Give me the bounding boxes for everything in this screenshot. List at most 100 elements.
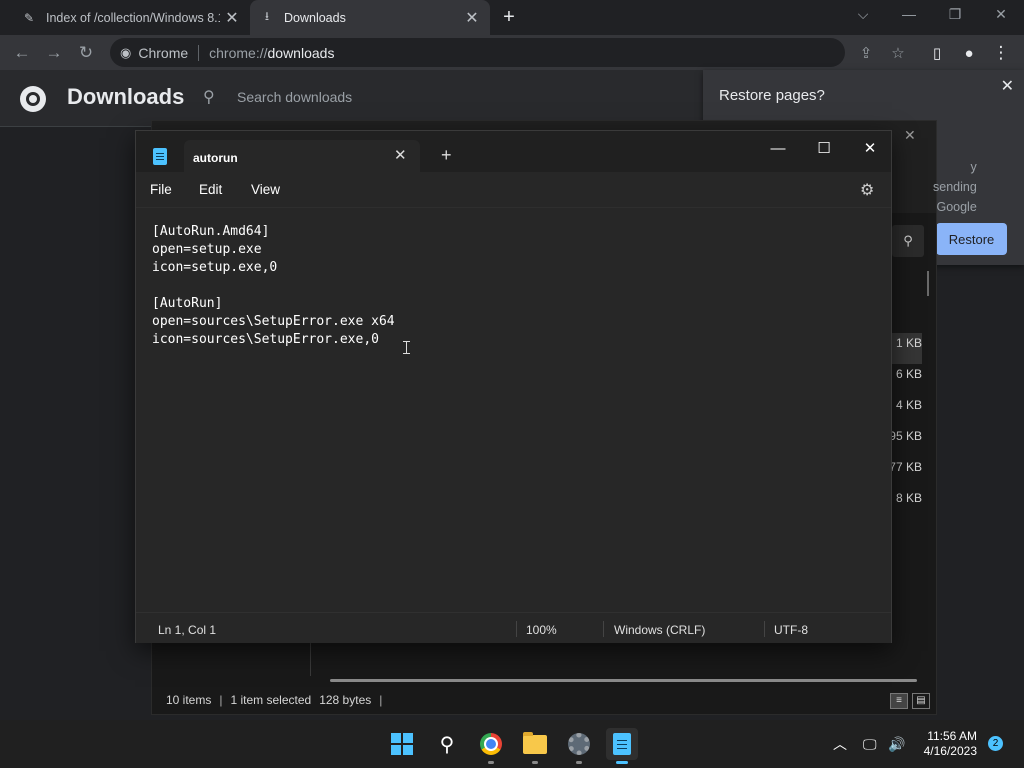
- close-tab-icon[interactable]: ✕: [394, 146, 407, 164]
- omnibox-divider: [198, 44, 200, 61]
- globe-icon: ✎: [23, 10, 35, 25]
- tab-downloads[interactable]: ⭳ Downloads ✕: [250, 0, 490, 35]
- selection-size: 128 bytes: [319, 693, 372, 707]
- minimize-button[interactable]: —: [886, 0, 932, 30]
- text-cursor-icon: [403, 341, 410, 354]
- explorer-status-bar: 10 items | 1 item selected 128 bytes |: [152, 684, 936, 716]
- close-icon[interactable]: ✕: [904, 127, 916, 144]
- close-icon[interactable]: ✕: [1001, 76, 1014, 96]
- notepad-taskbar-button[interactable]: [606, 728, 638, 764]
- notepad-app-icon: [153, 148, 167, 165]
- selection-info: 1 item selected: [230, 693, 312, 707]
- zoom-level: 100%: [526, 623, 557, 637]
- search-icon[interactable]: ⚲: [431, 728, 463, 760]
- vertical-scrollbar[interactable]: [927, 271, 929, 296]
- chrome-taskbar-button[interactable]: [475, 728, 507, 764]
- chrome-icon: ◉: [120, 44, 132, 60]
- menu-view[interactable]: View: [251, 182, 280, 197]
- network-icon[interactable]: 🖵: [863, 720, 877, 768]
- notepad-window: autorun ✕ + — ☐ ✕ File Edit View ⚙ [Auto…: [135, 130, 892, 643]
- desktop: ✎ Index of /collection/Windows 8.1 ✕ ⭳ D…: [0, 0, 1024, 768]
- active-indicator: [616, 761, 628, 764]
- bubble-body-text: y sending Google: [933, 157, 977, 217]
- settings-taskbar-button[interactable]: [563, 728, 595, 764]
- settings-gear-icon[interactable]: ⚙: [860, 180, 874, 200]
- site-chip[interactable]: ◉ Chrome: [120, 45, 188, 61]
- chrome-logo-icon: [20, 86, 46, 112]
- tab-search-button[interactable]: ⌵: [840, 0, 886, 30]
- volume-icon[interactable]: 🔊: [888, 720, 905, 768]
- menu-file[interactable]: File: [150, 182, 172, 197]
- back-button[interactable]: ←: [8, 39, 36, 67]
- url-scheme: chrome://: [209, 44, 268, 61]
- close-window-button[interactable]: ✕: [978, 0, 1024, 30]
- line-ending: Windows (CRLF): [614, 623, 706, 637]
- status-divider: [764, 621, 765, 637]
- encoding: UTF-8: [774, 623, 808, 637]
- tab-index-collection[interactable]: ✎ Index of /collection/Windows 8.1 ✕: [10, 0, 250, 35]
- restore-button[interactable]: Restore: [936, 223, 1007, 255]
- notepad-titlebar[interactable]: autorun ✕ + — ☐ ✕: [136, 131, 891, 172]
- bubble-title: Restore pages?: [719, 87, 825, 104]
- item-count: 10 items: [166, 693, 212, 707]
- tiles-view-icon[interactable]: ▤: [912, 693, 930, 709]
- close-window-button[interactable]: ✕: [847, 135, 893, 163]
- search-icon[interactable]: ⚲: [892, 225, 924, 257]
- file-explorer-taskbar-button[interactable]: [519, 728, 551, 764]
- close-tab-icon[interactable]: ✕: [460, 8, 484, 28]
- show-hidden-icons-chevron-icon[interactable]: ︿: [833, 720, 847, 768]
- running-indicator: [532, 761, 538, 764]
- restore-button[interactable]: ❐: [932, 0, 978, 30]
- menu-kebab-icon[interactable]: ⋮: [987, 39, 1015, 67]
- status-divider: [603, 621, 604, 637]
- bubble-body-line: y sending: [933, 160, 977, 194]
- status-divider: |: [219, 693, 223, 707]
- menu-edit[interactable]: Edit: [199, 182, 222, 197]
- share-icon[interactable]: ⇪: [852, 39, 880, 67]
- new-tab-button[interactable]: +: [498, 6, 520, 28]
- search-icon[interactable]: ⚲: [203, 87, 215, 107]
- status-divider: |: [379, 693, 383, 707]
- settings-gear-icon: [568, 733, 590, 755]
- start-button[interactable]: [386, 728, 418, 760]
- side-panel-icon[interactable]: ▯: [923, 39, 951, 67]
- address-bar[interactable]: ◉ Chrome chrome:// downloads: [110, 38, 845, 67]
- search-downloads-input[interactable]: Search downloads: [237, 89, 352, 105]
- bookmark-star-icon[interactable]: ☆: [884, 39, 912, 67]
- chip-label: Chrome: [138, 44, 189, 61]
- profile-icon[interactable]: ●: [955, 39, 983, 67]
- tab-title: autorun: [193, 151, 238, 165]
- new-tab-button[interactable]: +: [441, 145, 452, 166]
- horizontal-scrollbar[interactable]: [330, 679, 917, 682]
- forward-button[interactable]: →: [40, 39, 68, 67]
- minimize-button[interactable]: —: [755, 135, 801, 163]
- clock-time: 11:56 AM: [927, 729, 977, 743]
- tab-autorun[interactable]: autorun ✕: [184, 140, 420, 172]
- clock-date: 4/16/2023: [923, 744, 977, 758]
- system-clock[interactable]: 11:56 AM 4/16/2023: [915, 729, 977, 759]
- notification-badge[interactable]: 2: [988, 736, 1003, 751]
- tab-title: Index of /collection/Windows 8.1: [46, 10, 220, 25]
- cursor-position: Ln 1, Col 1: [158, 623, 217, 637]
- browser-tabstrip: ✎ Index of /collection/Windows 8.1 ✕ ⭳ D…: [0, 0, 1024, 35]
- status-divider: [516, 621, 517, 637]
- menu-bar: File Edit View ⚙: [136, 172, 891, 208]
- windows-logo-icon: [391, 733, 413, 755]
- running-indicator: [488, 761, 494, 764]
- bubble-body-line: Google: [936, 200, 977, 214]
- tab-title: Downloads: [284, 10, 346, 25]
- maximize-button[interactable]: ☐: [801, 135, 847, 163]
- close-tab-icon[interactable]: ✕: [220, 8, 244, 28]
- document-text[interactable]: [AutoRun.Amd64] open=setup.exe icon=setu…: [152, 223, 395, 349]
- running-indicator: [576, 761, 582, 764]
- reload-button[interactable]: ↻: [72, 39, 100, 67]
- details-view-icon[interactable]: ≡: [890, 693, 908, 709]
- text-editor[interactable]: [AutoRun.Amd64] open=setup.exe icon=setu…: [136, 209, 891, 612]
- chrome-icon: [480, 733, 502, 755]
- notepad-status-bar: Ln 1, Col 1 100% Windows (CRLF) UTF-8: [136, 612, 891, 643]
- browser-toolbar: ← → ↻ ◉ Chrome chrome:// downloads ⇪ ☆ ▯…: [0, 35, 1024, 70]
- url-path: downloads: [267, 44, 335, 61]
- taskbar: ⚲ ︿ 🖵 🔊 11:56 AM 4/16/2023 2: [0, 720, 1024, 768]
- download-icon: ⭳: [264, 9, 270, 23]
- notepad-icon: [613, 733, 631, 755]
